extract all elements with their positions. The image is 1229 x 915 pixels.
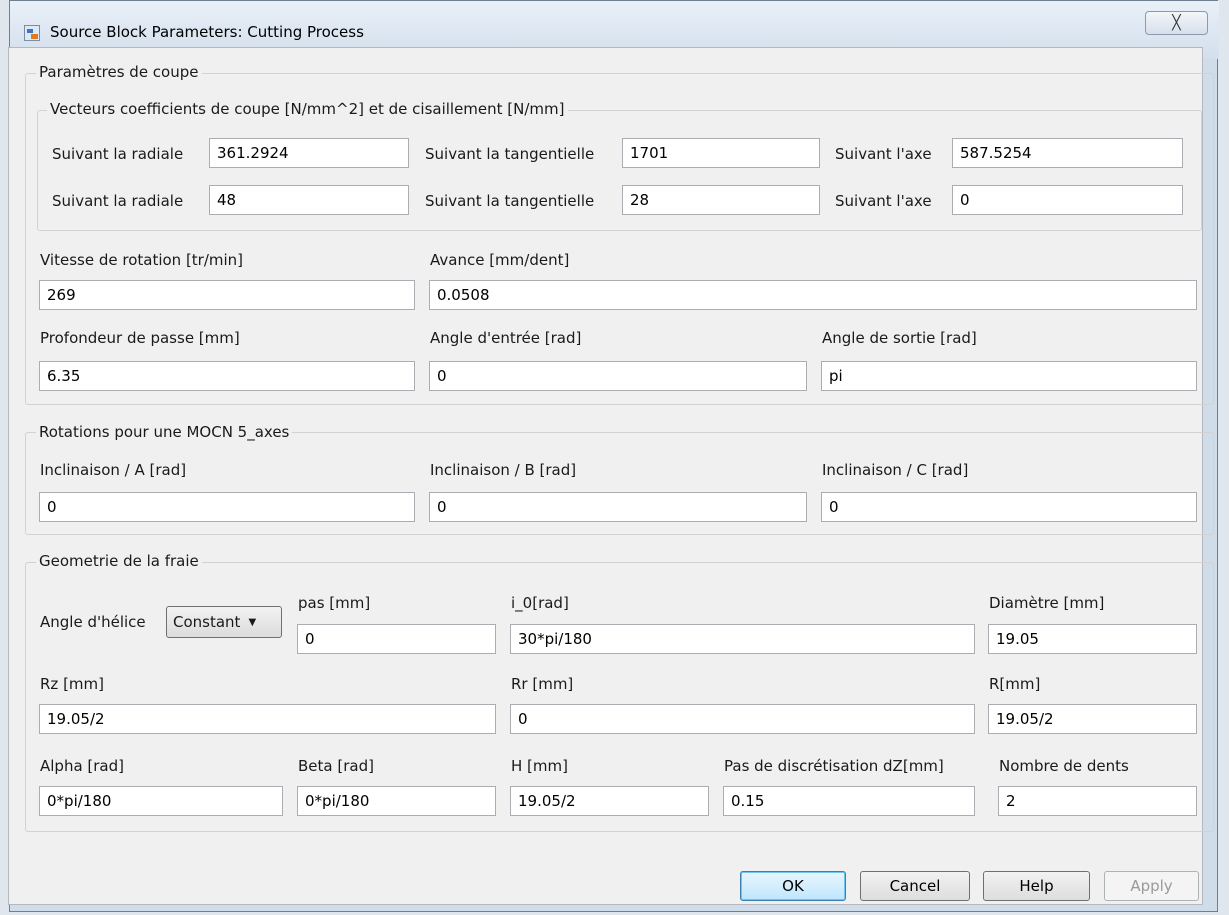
window-title: Source Block Parameters: Cutting Process xyxy=(50,23,364,41)
helix-angle-label: Angle d'hélice xyxy=(40,613,146,631)
axial-coef-input-2[interactable] xyxy=(952,185,1183,215)
r-input[interactable] xyxy=(988,704,1197,734)
speed-input[interactable] xyxy=(39,280,415,310)
pas-label: pas [mm] xyxy=(298,594,371,612)
tangential-coef-input-1[interactable] xyxy=(622,138,820,168)
cutting-params-legend: Paramètres de coupe xyxy=(36,63,202,81)
speed-label: Vitesse de rotation [tr/min] xyxy=(40,251,244,269)
chevron-down-icon: ▼ xyxy=(248,616,257,628)
incl-a-label: Inclinaison / A [rad] xyxy=(40,461,187,479)
help-button-label: Help xyxy=(1019,877,1054,895)
h-input[interactable] xyxy=(510,786,709,816)
i0-input[interactable] xyxy=(510,624,975,654)
alpha-label: Alpha [rad] xyxy=(40,757,125,775)
entry-angle-input[interactable] xyxy=(429,361,807,391)
alpha-input[interactable] xyxy=(39,786,283,816)
pas-input[interactable] xyxy=(297,624,496,654)
feed-label: Avance [mm/dent] xyxy=(430,251,570,269)
depth-label: Profondeur de passe [mm] xyxy=(40,329,240,347)
h-label: H [mm] xyxy=(511,757,568,775)
incl-a-input[interactable] xyxy=(39,492,415,522)
axial-label-2: Suivant l'axe xyxy=(835,192,932,210)
diameter-input[interactable] xyxy=(988,624,1197,654)
incl-b-label: Inclinaison / B [rad] xyxy=(430,461,577,479)
help-button[interactable]: Help xyxy=(983,871,1090,901)
cancel-button-label: Cancel xyxy=(889,877,941,895)
radial-label-2: Suivant la radiale xyxy=(52,192,184,210)
incl-c-label: Inclinaison / C [rad] xyxy=(822,461,969,479)
exit-angle-input[interactable] xyxy=(821,361,1197,391)
apply-button[interactable]: Apply xyxy=(1104,871,1199,901)
depth-input[interactable] xyxy=(39,361,415,391)
tangential-label-1: Suivant la tangentielle xyxy=(425,145,595,163)
coefficients-legend: Vecteurs coefficients de coupe [N/mm^2] … xyxy=(47,100,568,118)
rz-input[interactable] xyxy=(39,704,496,734)
feed-input[interactable] xyxy=(429,280,1197,310)
helix-angle-selected: Constant xyxy=(173,613,241,631)
geometry-legend: Geometrie de la fraie xyxy=(36,552,202,570)
dz-input[interactable] xyxy=(723,786,975,816)
tangential-label-2: Suivant la tangentielle xyxy=(425,192,595,210)
teeth-label: Nombre de dents xyxy=(999,757,1129,775)
axial-label-1: Suivant l'axe xyxy=(835,145,932,163)
ok-button[interactable]: OK xyxy=(740,871,846,901)
radial-label-1: Suivant la radiale xyxy=(52,145,184,163)
exit-angle-label: Angle de sortie [rad] xyxy=(822,329,977,347)
beta-input[interactable] xyxy=(297,786,496,816)
dz-label: Pas de discrétisation dZ[mm] xyxy=(724,757,944,775)
incl-b-input[interactable] xyxy=(429,492,807,522)
r-label: R[mm] xyxy=(989,675,1041,693)
ok-button-label: OK xyxy=(782,877,804,895)
entry-angle-label: Angle d'entrée [rad] xyxy=(430,329,582,347)
diameter-label: Diamètre [mm] xyxy=(989,594,1105,612)
rr-input[interactable] xyxy=(510,704,975,734)
tangential-coef-input-2[interactable] xyxy=(622,185,820,215)
cancel-button[interactable]: Cancel xyxy=(860,871,970,901)
teeth-input[interactable] xyxy=(998,786,1197,816)
apply-button-label: Apply xyxy=(1130,877,1173,895)
beta-label: Beta [rad] xyxy=(298,757,374,775)
incl-c-input[interactable] xyxy=(821,492,1197,522)
radial-coef-input-1[interactable] xyxy=(209,138,409,168)
close-icon: ╳ xyxy=(1172,15,1181,31)
close-button[interactable]: ╳ xyxy=(1145,11,1208,35)
i0-label: i_0[rad] xyxy=(511,594,569,612)
helix-angle-dropdown[interactable]: Constant ▼ xyxy=(166,606,282,638)
radial-coef-input-2[interactable] xyxy=(209,185,409,215)
axial-coef-input-1[interactable] xyxy=(952,138,1183,168)
rotations-legend: Rotations pour une MOCN 5_axes xyxy=(36,423,293,441)
rz-label: Rz [mm] xyxy=(40,675,104,693)
simulink-block-icon xyxy=(24,25,40,41)
rr-label: Rr [mm] xyxy=(511,675,574,693)
